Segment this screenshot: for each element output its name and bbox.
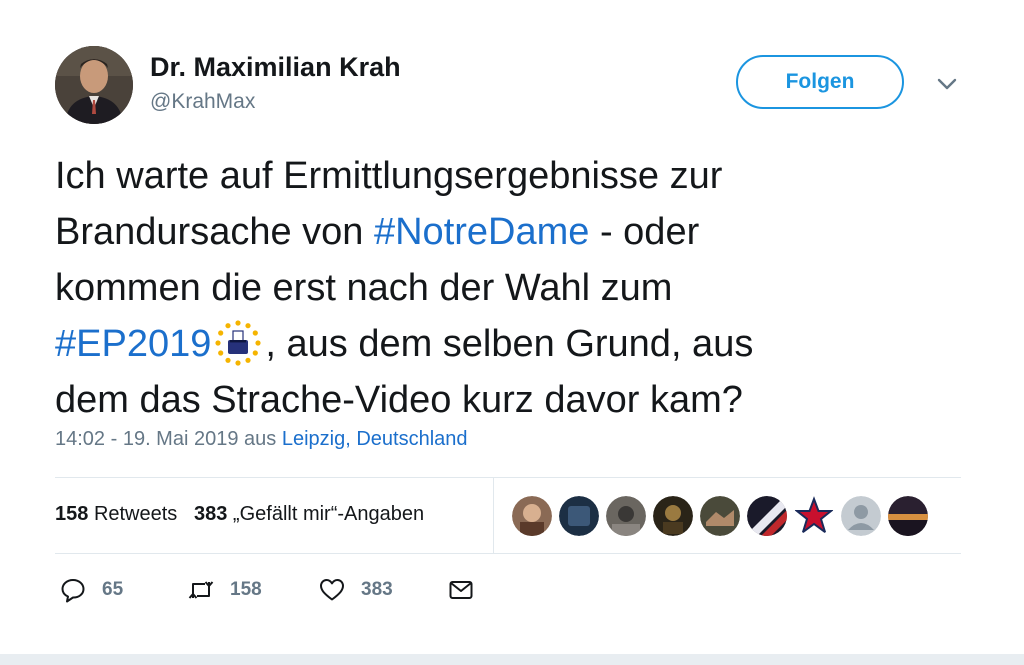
liker-avatar[interactable] — [888, 496, 928, 536]
follow-button[interactable]: Folgen — [736, 55, 904, 109]
reply-action[interactable]: 65 — [60, 577, 123, 603]
divider — [55, 477, 961, 478]
divider — [55, 553, 961, 554]
liker-avatar[interactable] — [653, 496, 693, 536]
likes-stat[interactable]: 383 „Gefällt mir“-Angaben — [194, 503, 424, 525]
likes-label: „Gefällt mir“-Angaben — [232, 503, 425, 525]
tweet-text-segment: , aus dem selben Grund, aus — [265, 323, 754, 365]
eu-ballot-box-icon — [215, 320, 261, 366]
retweet-icon — [188, 581, 214, 599]
tweet-line: #EP2019 , aus dem selben Grund, aus — [55, 316, 935, 372]
author-avatar[interactable] — [55, 46, 133, 124]
hashtag-notredame-link[interactable]: #NotreDame — [374, 211, 589, 253]
likers-avatars — [512, 496, 928, 536]
tweet-line: kommen die erst nach der Wahl zum — [55, 267, 673, 309]
direct-message-action[interactable] — [448, 577, 474, 603]
tweet-text: Ich warte auf Ermittlungsergebnisse zur … — [55, 148, 935, 428]
retweets-label: Retweets — [93, 503, 178, 525]
liker-avatar[interactable] — [841, 496, 881, 536]
author-name[interactable]: Dr. Maximilian Krah — [150, 52, 401, 83]
tweet-line: Brandursache von #NotreDame - oder — [55, 204, 935, 260]
envelope-icon — [449, 581, 473, 599]
reply-count: 65 — [102, 579, 124, 600]
tweet-text-segment: Brandursache von — [55, 211, 374, 253]
liker-avatar[interactable] — [606, 496, 646, 536]
retweet-action[interactable]: 158 — [188, 577, 262, 603]
reply-icon — [61, 579, 85, 603]
author-photo — [55, 46, 133, 124]
heart-icon — [320, 579, 344, 601]
retweets-count: 158 — [55, 503, 89, 525]
author-handle[interactable]: @KrahMax — [150, 90, 255, 114]
divider — [493, 478, 494, 553]
retweet-count: 158 — [230, 579, 262, 600]
liker-avatar[interactable] — [512, 496, 552, 536]
liker-avatar[interactable] — [700, 496, 740, 536]
tweet-line: dem das Strache-Video kurz davor kam? — [55, 379, 743, 421]
retweets-stat[interactable]: 158 Retweets — [55, 503, 177, 525]
likes-count: 383 — [193, 503, 228, 525]
hashtag-ep2019-link[interactable]: #EP2019 — [55, 323, 211, 365]
like-action[interactable]: 383 — [319, 577, 393, 603]
page-bottom-border — [0, 654, 1024, 665]
liker-avatar[interactable] — [559, 496, 599, 536]
location-link[interactable]: Leipzig, Deutschland — [282, 428, 468, 450]
engagement-stats: 158 Retweets 383 „Gefällt mir“-Angaben — [55, 503, 424, 526]
tweet-timestamp: 14:02 - 19. Mai 2019 aus Leipzig, Deutsc… — [55, 428, 468, 451]
timestamp-text[interactable]: 14:02 - 19. Mai 2019 aus — [55, 428, 282, 450]
liker-avatar[interactable] — [794, 496, 834, 536]
chevron-down-icon[interactable] — [934, 74, 960, 94]
like-count: 383 — [361, 579, 393, 600]
tweet-text-segment: - oder — [589, 211, 700, 253]
tweet-line: Ich warte auf Ermittlungsergebnisse zur — [55, 155, 723, 197]
liker-avatar[interactable] — [747, 496, 787, 536]
